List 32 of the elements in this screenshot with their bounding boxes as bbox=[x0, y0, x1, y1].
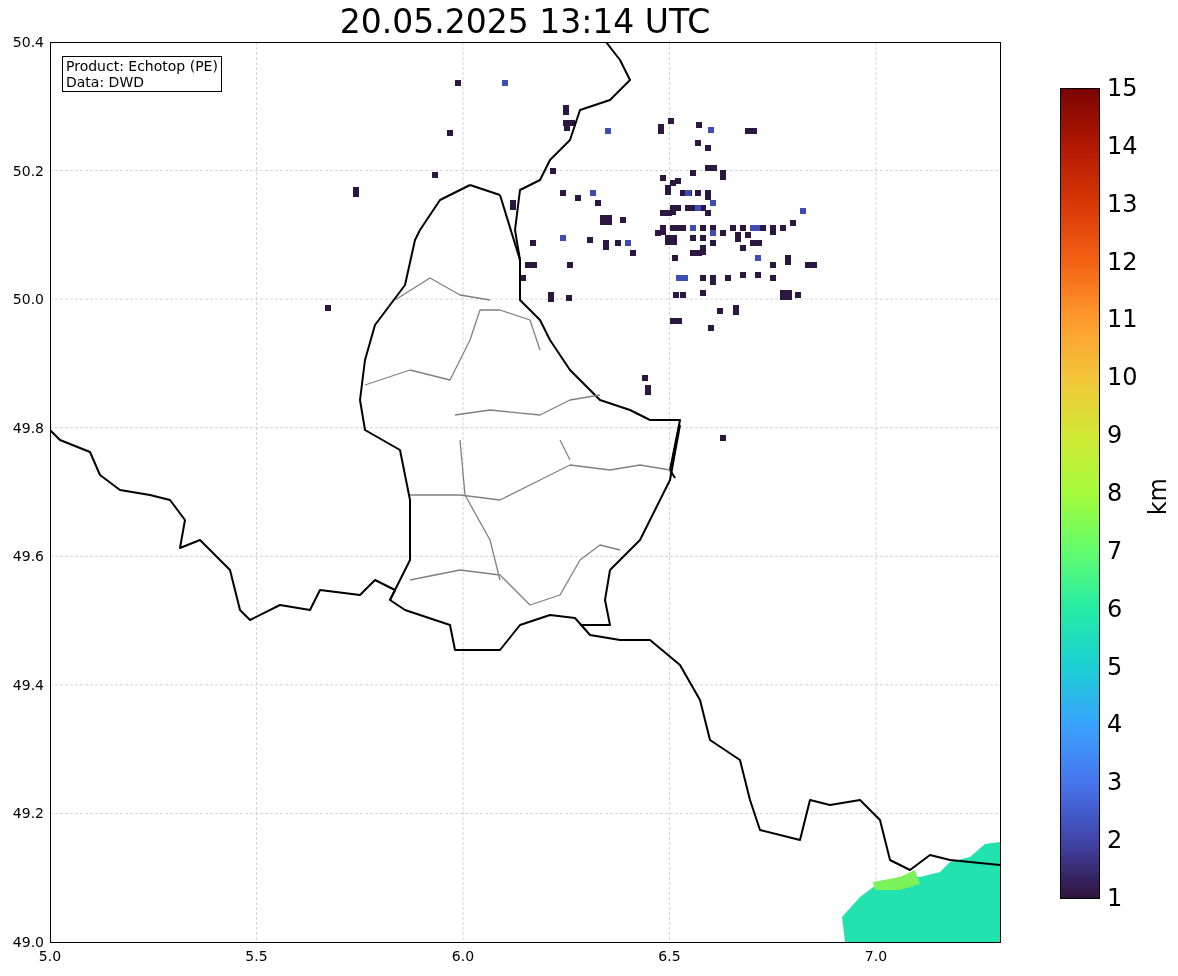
colorbar-tick-label: 10 bbox=[1107, 364, 1138, 391]
colorbar-tick-label: 15 bbox=[1107, 75, 1138, 101]
colorbar-tick-label: 1 bbox=[1107, 885, 1123, 911]
colorbar-tick-label: 9 bbox=[1107, 422, 1123, 449]
x-tick-label: 5.0 bbox=[37, 948, 63, 964]
colorbar-tick-label: 6 bbox=[1107, 595, 1123, 622]
colorbar-tick-label: 13 bbox=[1107, 190, 1138, 217]
y-tick-label: 49.6 bbox=[11, 548, 44, 565]
x-tick-label: 6.5 bbox=[657, 948, 682, 964]
colorbar-tick-label: 5 bbox=[1107, 653, 1123, 680]
y-tick-label: 49.4 bbox=[11, 676, 44, 693]
x-tick-label: 6.0 bbox=[450, 948, 476, 964]
chart-title: 20.05.2025 13:14 UTC bbox=[338, 2, 712, 42]
colorbar-tick-label: 7 bbox=[1107, 537, 1123, 564]
colorbar-tick-label: 14 bbox=[1107, 132, 1138, 159]
y-tick-label: 49.0 bbox=[11, 934, 44, 950]
x-tick-label: 5.5 bbox=[244, 948, 269, 964]
info-text: Data: DWD bbox=[66, 74, 145, 90]
colorbar-tick-label: 3 bbox=[1107, 769, 1123, 796]
y-tick-label: 50.2 bbox=[11, 162, 44, 179]
colorbar-label: km bbox=[1144, 478, 1172, 516]
colorbar-tick-label: 4 bbox=[1107, 711, 1123, 738]
info-text: Product: Echotop (PE) bbox=[66, 58, 218, 74]
y-tick-label: 49.8 bbox=[11, 419, 44, 436]
y-tick-label: 50.0 bbox=[11, 291, 44, 308]
y-tick-label: 50.4 bbox=[11, 34, 44, 50]
colorbar-tick-label: 11 bbox=[1107, 306, 1138, 333]
colorbar-tick-label: 2 bbox=[1107, 827, 1123, 854]
colorbar-tick-label: 8 bbox=[1107, 480, 1123, 506]
x-tick-label: 7.0 bbox=[863, 948, 889, 964]
y-tick-label: 49.2 bbox=[11, 805, 44, 822]
colorbar-tick-label: 12 bbox=[1107, 248, 1138, 275]
